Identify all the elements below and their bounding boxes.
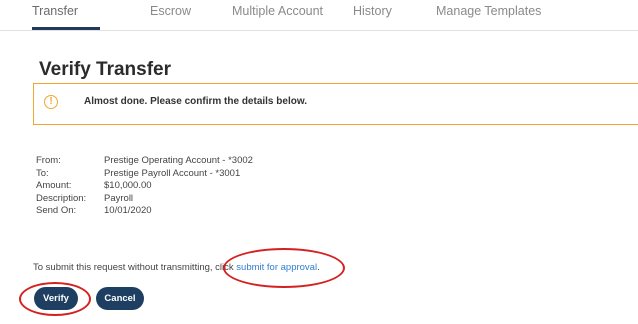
- detail-label: Description:: [36, 192, 87, 204]
- detail-value: $10,000.00: [104, 180, 152, 192]
- detail-label: Send On:: [36, 205, 77, 217]
- detail-value: 10/01/2020: [104, 205, 152, 217]
- detail-label: From:: [36, 155, 61, 166]
- active-tab-indicator: [32, 27, 100, 30]
- tab-manage-templates[interactable]: Manage Templates: [436, 4, 541, 18]
- submit-for-approval-link[interactable]: submit for approval: [236, 262, 317, 273]
- detail-label: Amount:: [36, 180, 72, 192]
- confirmation-alert: ! Almost done. Please confirm the detail…: [33, 83, 638, 125]
- tab-bar: Transfer Escrow Multiple Account History…: [0, 0, 638, 31]
- cancel-button[interactable]: Cancel: [96, 287, 144, 310]
- page-title: Verify Transfer: [39, 59, 172, 80]
- transfer-details: From: Prestige Operating Account - *3002…: [36, 155, 253, 218]
- detail-value: Prestige Payroll Account - *3001: [104, 167, 241, 179]
- tab-history[interactable]: History: [353, 4, 392, 18]
- tab-transfer[interactable]: Transfer: [32, 4, 78, 18]
- tab-escrow[interactable]: Escrow: [150, 4, 191, 18]
- detail-value: Payroll: [104, 192, 134, 204]
- detail-value: Prestige Operating Account - *3002: [104, 155, 253, 166]
- detail-row-description: Description: Payroll: [36, 193, 253, 206]
- exclamation-circle-icon: !: [44, 95, 58, 109]
- detail-row-amount: Amount: $10,000.00: [36, 180, 253, 193]
- detail-row-send-on: Send On: 10/01/2020: [36, 205, 253, 218]
- alert-message: Almost done. Please confirm the details …: [84, 96, 308, 107]
- submit-note-period: .: [317, 262, 320, 273]
- submit-note-text: To submit this request without transmitt…: [33, 262, 237, 273]
- tab-multiple-account[interactable]: Multiple Account: [232, 4, 323, 18]
- detail-row-from: From: Prestige Operating Account - *3002: [36, 155, 253, 168]
- detail-label: To:: [36, 167, 49, 179]
- detail-row-to: To: Prestige Payroll Account - *3001: [36, 168, 253, 181]
- verify-button[interactable]: Verify: [34, 287, 78, 310]
- submit-note: To submit this request without transmitt…: [33, 262, 320, 273]
